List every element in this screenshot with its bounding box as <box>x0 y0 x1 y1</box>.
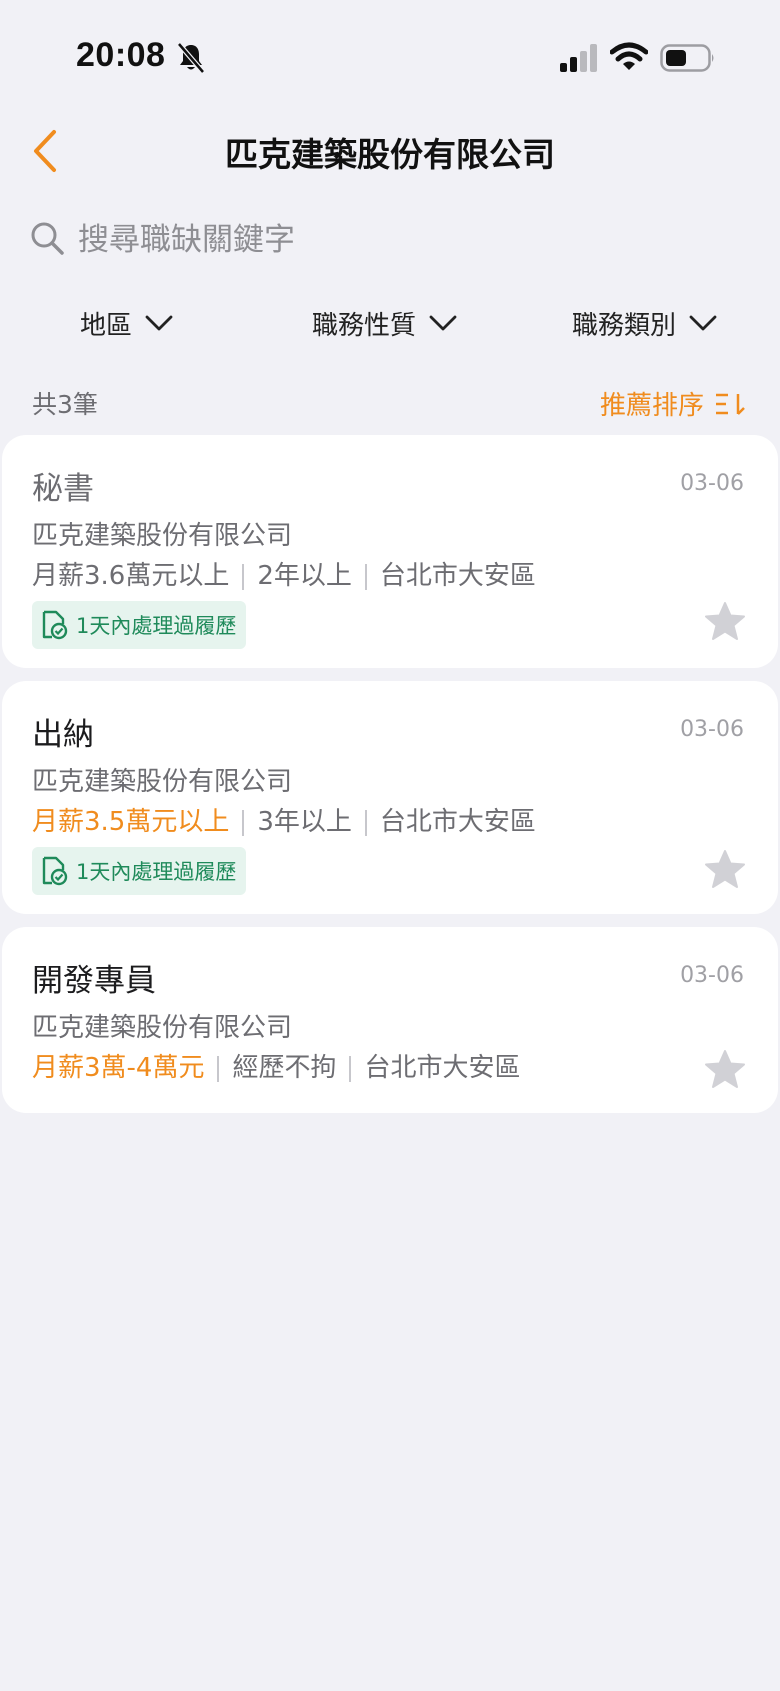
page-title: 匹克建築股份有限公司 <box>225 135 555 174</box>
star-icon[interactable] <box>704 1049 746 1089</box>
battery-icon <box>660 44 714 72</box>
job-meta: 月薪3.6萬元以上 2年以上 台北市大安區 <box>32 555 536 592</box>
chevron-down-icon <box>429 315 457 331</box>
filter-region[interactable]: 地區 <box>80 300 174 346</box>
status-bar: 20:08 <box>0 0 780 110</box>
badge-label: 1天內處理過履歷 <box>76 614 237 638</box>
job-meta: 月薪3.5萬元以上 3年以上 台北市大安區 <box>32 801 536 838</box>
company-name: 匹克建築股份有限公司 <box>32 521 293 551</box>
badge-label: 1天內處理過履歷 <box>76 860 237 884</box>
star-icon[interactable] <box>704 849 746 889</box>
divider <box>217 1055 220 1082</box>
bell-off-icon <box>177 42 205 74</box>
experience: 經歷不拘 <box>232 1053 337 1083</box>
signal-icon <box>560 44 597 72</box>
status-badge: 1天內處理過履歷 <box>32 601 247 649</box>
job-date: 03-06 <box>680 963 744 988</box>
job-card[interactable]: 開發專員 03-06 匹克建築股份有限公司 月薪3萬-4萬元 經歷不拘 台北市大安區 <box>2 927 778 1113</box>
filter-job-nature[interactable]: 職務性質 <box>312 300 458 346</box>
document-check-icon <box>42 610 68 640</box>
location: 台北市大安區 <box>379 807 536 837</box>
job-card[interactable]: 出納 03-06 匹克建築股份有限公司 月薪3.5萬元以上 3年以上 台北市大安區 … <box>2 681 778 914</box>
divider <box>242 809 245 836</box>
job-title: 開發專員 <box>32 963 156 999</box>
salary: 月薪3萬-4萬元 <box>32 1053 205 1083</box>
navigation-bar: 匹克建築股份有限公司 <box>0 110 780 190</box>
company-name: 匹克建築股份有限公司 <box>32 767 293 797</box>
divider <box>349 1055 352 1082</box>
result-count: 共3筆 <box>32 390 98 419</box>
document-check-icon <box>42 856 68 886</box>
job-date: 03-06 <box>680 717 744 742</box>
filter-label: 職務性質 <box>312 310 417 341</box>
job-card[interactable]: 秘書 03-06 匹克建築股份有限公司 月薪3.6萬元以上 2年以上 台北市大安區 … <box>2 435 778 668</box>
filter-job-category[interactable]: 職務類別 <box>572 300 718 346</box>
divider <box>242 563 245 590</box>
experience: 3年以上 <box>257 807 352 837</box>
list-header: 共3筆 推薦排序 <box>32 385 748 425</box>
status-time: 20:08 <box>76 36 166 74</box>
location: 台北市大安區 <box>379 561 536 591</box>
job-title: 秘書 <box>32 471 94 507</box>
chevron-down-icon <box>145 315 173 331</box>
search-bar <box>30 215 750 265</box>
divider <box>364 809 367 836</box>
search-input[interactable] <box>78 215 738 265</box>
chevron-down-icon <box>689 315 717 331</box>
status-badge: 1天內處理過履歷 <box>32 847 247 895</box>
star-icon[interactable] <box>704 601 746 641</box>
experience: 2年以上 <box>257 561 352 591</box>
wifi-icon <box>610 42 648 70</box>
salary: 月薪3.5萬元以上 <box>32 807 230 837</box>
filter-label: 職務類別 <box>572 310 677 341</box>
sort-label: 推薦排序 <box>599 391 704 421</box>
filter-bar: 地區 職務性質 職務類別 <box>0 300 780 346</box>
sort-button[interactable]: 推薦排序 <box>600 385 748 422</box>
divider <box>364 563 367 590</box>
job-meta: 月薪3萬-4萬元 經歷不拘 台北市大安區 <box>32 1047 521 1084</box>
job-title: 出納 <box>32 717 94 753</box>
salary: 月薪3.6萬元以上 <box>32 561 230 591</box>
job-date: 03-06 <box>680 471 744 496</box>
search-icon <box>31 222 64 255</box>
company-name: 匹克建築股份有限公司 <box>32 1013 293 1043</box>
location: 台北市大安區 <box>364 1053 521 1083</box>
filter-label: 地區 <box>80 310 133 341</box>
sort-icon <box>716 393 745 415</box>
